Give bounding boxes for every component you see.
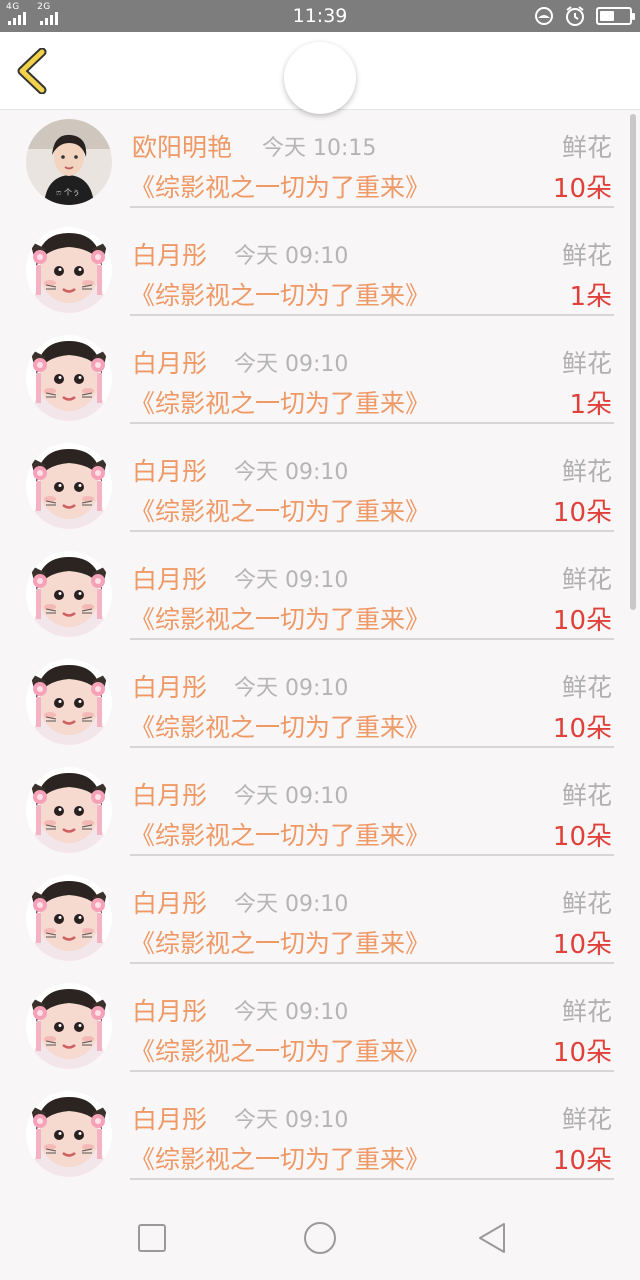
avatar[interactable] — [26, 551, 112, 637]
gift-count: 1朵 — [569, 282, 612, 312]
list-item-info: 白月彤 今天 09:10 鲜花《综影视之一切为了重来》 1朵 — [130, 328, 614, 424]
gift-count: 10朵 — [552, 822, 612, 852]
gift-count: 10朵 — [552, 498, 612, 528]
gift-count: 10朵 — [552, 1146, 612, 1176]
list-item-info: 白月彤 今天 09:10 鲜花《综影视之一切为了重来》 10朵 — [130, 652, 614, 748]
list-item-info: 白月彤 今天 09:10 鲜花《综影视之一切为了重来》 10朵 — [130, 436, 614, 532]
floating-circle-button[interactable] — [284, 42, 356, 114]
scrollbar[interactable] — [630, 114, 636, 610]
send-time: 今天 09:10 — [234, 676, 349, 701]
book-title: 《综影视之一切为了重来》 — [130, 1037, 431, 1066]
avatar[interactable] — [26, 1091, 112, 1177]
sender-name: 白月彤 — [132, 1105, 208, 1134]
gift-label: 鲜花 — [561, 673, 612, 702]
svg-text:ෆ 个ぅ: ෆ 个ぅ — [56, 188, 80, 197]
avatar[interactable] — [26, 659, 112, 745]
back-button[interactable] — [14, 48, 54, 94]
list-item[interactable]: 白月彤 今天 09:10 鲜花《综影视之一切为了重来》 10朵 — [0, 760, 640, 868]
gift-label: 鲜花 — [561, 241, 612, 270]
send-time: 今天 09:10 — [234, 568, 349, 593]
gift-count: 10朵 — [552, 930, 612, 960]
gift-count: 1朵 — [569, 390, 612, 420]
gift-label: 鲜花 — [561, 457, 612, 486]
recent-apps-button[interactable] — [132, 1218, 172, 1258]
book-title: 《综影视之一切为了重来》 — [130, 497, 431, 526]
gift-label: 鲜花 — [561, 349, 612, 378]
sender-name: 白月彤 — [132, 349, 208, 378]
list-item-info: 白月彤 今天 09:10 鲜花《综影视之一切为了重来》 10朵 — [130, 1084, 614, 1180]
gift-label: 鲜花 — [561, 133, 612, 162]
list-item[interactable]: 白月彤 今天 09:10 鲜花《综影视之一切为了重来》 10朵 — [0, 1084, 640, 1192]
gift-label: 鲜花 — [561, 889, 612, 918]
sim-icon — [535, 7, 553, 25]
gift-record-list: ෆ 个ぅ 欧阳明艳 今天 10:15 鲜花 《综影视之一切为了重来》 10朵 白月彤 今天 0… — [0, 112, 640, 1192]
sender-name: 白月彤 — [132, 997, 208, 1026]
avatar[interactable] — [26, 443, 112, 529]
book-title: 《综影视之一切为了重来》 — [130, 605, 431, 634]
list-item[interactable]: ෆ 个ぅ 欧阳明艳 今天 10:15 鲜花《综影视之一切为了重来》 10朵 — [0, 112, 640, 220]
book-title: 《综影视之一切为了重来》 — [130, 713, 431, 742]
send-time: 今天 09:10 — [234, 892, 349, 917]
book-title: 《综影视之一切为了重来》 — [130, 281, 431, 310]
list-item[interactable]: 白月彤 今天 09:10 鲜花《综影视之一切为了重来》 10朵 — [0, 544, 640, 652]
alarm-icon — [566, 6, 584, 26]
list-item[interactable]: 白月彤 今天 09:10 鲜花《综影视之一切为了重来》 1朵 — [0, 328, 640, 436]
sender-name: 白月彤 — [132, 241, 208, 270]
gift-label: 鲜花 — [561, 997, 612, 1026]
list-item[interactable]: 白月彤 今天 09:10 鲜花《综影视之一切为了重来》 10朵 — [0, 652, 640, 760]
sender-name: 白月彤 — [132, 781, 208, 810]
gift-count: 10朵 — [552, 606, 612, 636]
list-item[interactable]: 白月彤 今天 09:10 鲜花《综影视之一切为了重来》 1朵 — [0, 220, 640, 328]
list-item[interactable]: 白月彤 今天 09:10 鲜花《综影视之一切为了重来》 10朵 — [0, 868, 640, 976]
gift-label: 鲜花 — [561, 1105, 612, 1134]
list-item-info: 白月彤 今天 09:10 鲜花《综影视之一切为了重来》 10朵 — [130, 868, 614, 964]
list-item[interactable]: 白月彤 今天 09:10 鲜花《综影视之一切为了重来》 10朵 — [0, 436, 640, 544]
book-title: 《综影视之一切为了重来》 — [130, 821, 431, 850]
send-time: 今天 09:10 — [234, 352, 349, 377]
list-item-info: 白月彤 今天 09:10 鲜花《综影视之一切为了重来》 10朵 — [130, 544, 614, 640]
nav-back-button[interactable] — [472, 1218, 512, 1258]
send-time: 今天 09:10 — [234, 1000, 349, 1025]
sender-name: 白月彤 — [132, 889, 208, 918]
send-time: 今天 10:15 — [262, 136, 377, 161]
avatar[interactable] — [26, 875, 112, 961]
send-time: 今天 09:10 — [234, 460, 349, 485]
home-button[interactable] — [300, 1218, 340, 1258]
avatar[interactable] — [26, 983, 112, 1069]
list-item-info: 白月彤 今天 09:10 鲜花《综影视之一切为了重来》 1朵 — [130, 220, 614, 316]
gift-count: 10朵 — [552, 174, 612, 204]
book-title: 《综影视之一切为了重来》 — [130, 1145, 431, 1174]
avatar[interactable] — [26, 227, 112, 313]
sender-name: 白月彤 — [132, 673, 208, 702]
sender-name: 欧阳明艳 — [132, 133, 233, 162]
avatar[interactable]: ෆ 个ぅ — [26, 119, 112, 205]
battery-icon — [596, 7, 635, 25]
system-nav-bar — [0, 1194, 640, 1280]
list-item-info: 白月彤 今天 09:10 鲜花《综影视之一切为了重来》 10朵 — [130, 976, 614, 1072]
send-time: 今天 09:10 — [234, 784, 349, 809]
book-title: 《综影视之一切为了重来》 — [130, 929, 431, 958]
gift-count: 10朵 — [552, 1038, 612, 1068]
gift-label: 鲜花 — [561, 781, 612, 810]
avatar[interactable] — [26, 335, 112, 421]
send-time: 今天 09:10 — [234, 1108, 349, 1133]
book-title: 《综影视之一切为了重来》 — [130, 173, 431, 202]
sender-name: 白月彤 — [132, 565, 208, 594]
sender-name: 白月彤 — [132, 457, 208, 486]
gift-count: 10朵 — [552, 714, 612, 744]
app-header — [0, 32, 640, 114]
send-time: 今天 09:10 — [234, 244, 349, 269]
list-item-info: 欧阳明艳 今天 10:15 鲜花《综影视之一切为了重来》 10朵 — [130, 112, 614, 208]
list-item-info: 白月彤 今天 09:10 鲜花《综影视之一切为了重来》 10朵 — [130, 760, 614, 856]
list-item[interactable]: 白月彤 今天 09:10 鲜花《综影视之一切为了重来》 10朵 — [0, 976, 640, 1084]
book-title: 《综影视之一切为了重来》 — [130, 389, 431, 418]
status-bar: 4G 2G 11:39 — [0, 0, 640, 32]
avatar[interactable] — [26, 767, 112, 853]
gift-label: 鲜花 — [561, 565, 612, 594]
